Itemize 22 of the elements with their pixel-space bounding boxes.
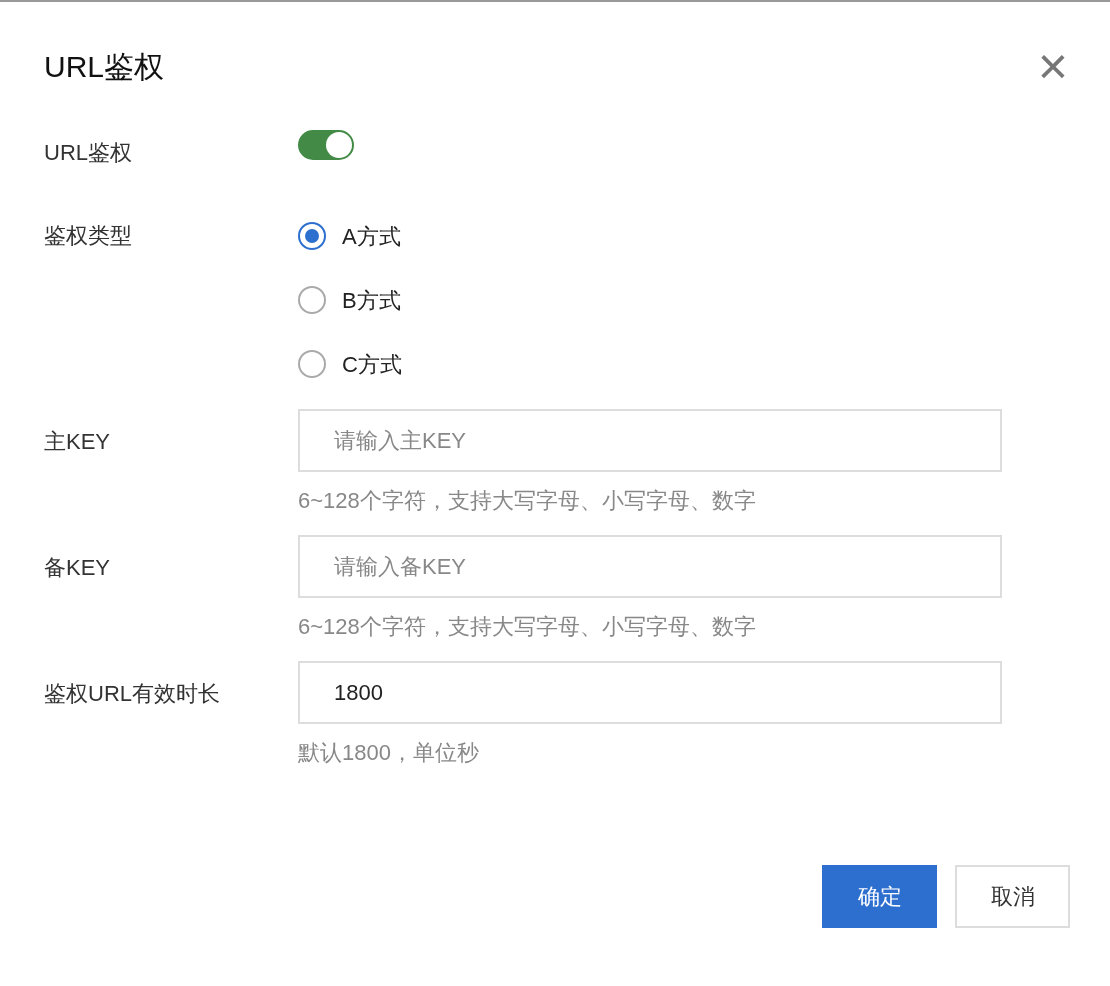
field-label: 主KEY — [44, 429, 111, 454]
text-input[interactable]: 请输入主KEY — [298, 409, 1002, 472]
field-label: URL鉴权 — [44, 140, 132, 165]
radio-option[interactable]: C方式 — [298, 347, 402, 381]
radio-button[interactable] — [298, 286, 326, 314]
field-label: 鉴权URL有效时长 — [44, 681, 220, 706]
cancel-button[interactable]: 取消 — [955, 865, 1070, 928]
close-button[interactable]: × — [1037, 40, 1068, 92]
radio-option[interactable]: B方式 — [298, 283, 402, 317]
radio-option[interactable]: A方式 — [298, 219, 402, 253]
text-input[interactable]: 1800 — [298, 661, 1002, 724]
dialog-title: URL鉴权 — [44, 48, 164, 85]
confirm-button[interactable]: 确定 — [822, 865, 937, 928]
toggle-switch[interactable] — [298, 130, 354, 160]
field-label: 鉴权类型 — [44, 222, 133, 250]
help-text: 6~128个字符，支持大写字母、小写字母、数字 — [298, 487, 757, 515]
help-text: 默认1800，单位秒 — [298, 739, 480, 767]
radio-button[interactable] — [298, 222, 326, 250]
radio-button[interactable] — [298, 350, 326, 378]
field-label: 备KEY — [44, 555, 111, 580]
text-input[interactable]: 请输入备KEY — [298, 535, 1002, 598]
help-text: 6~128个字符，支持大写字母、小写字母、数字 — [298, 613, 757, 641]
